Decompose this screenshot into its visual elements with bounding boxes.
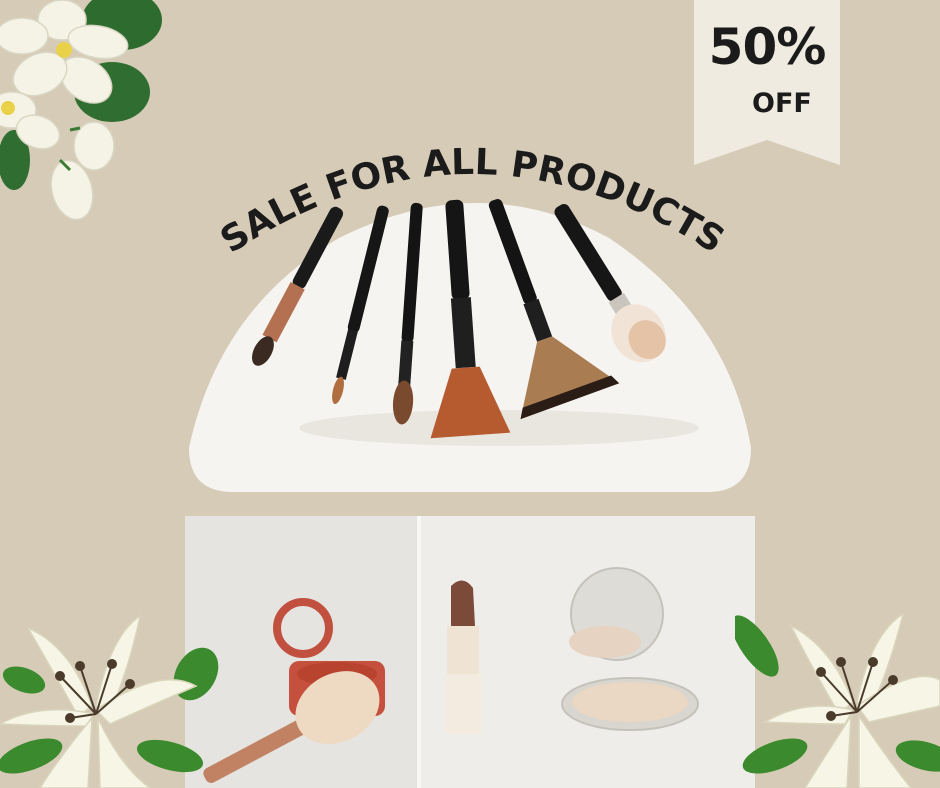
jasmine-flowers-icon: [0, 0, 162, 221]
cosmetics-products-photo: [185, 516, 755, 788]
lily-flower-icon: [0, 614, 219, 788]
discount-ribbon: 50% OFF: [694, 0, 840, 165]
makeup-brushes-photo: [189, 199, 751, 492]
lily-flower-icon: [735, 612, 940, 788]
sale-banner: 50% OFF SALE FOR ALL PRODUCTS: [0, 0, 940, 788]
discount-off-label: OFF: [752, 88, 812, 119]
discount-percent: 50%: [708, 18, 827, 76]
